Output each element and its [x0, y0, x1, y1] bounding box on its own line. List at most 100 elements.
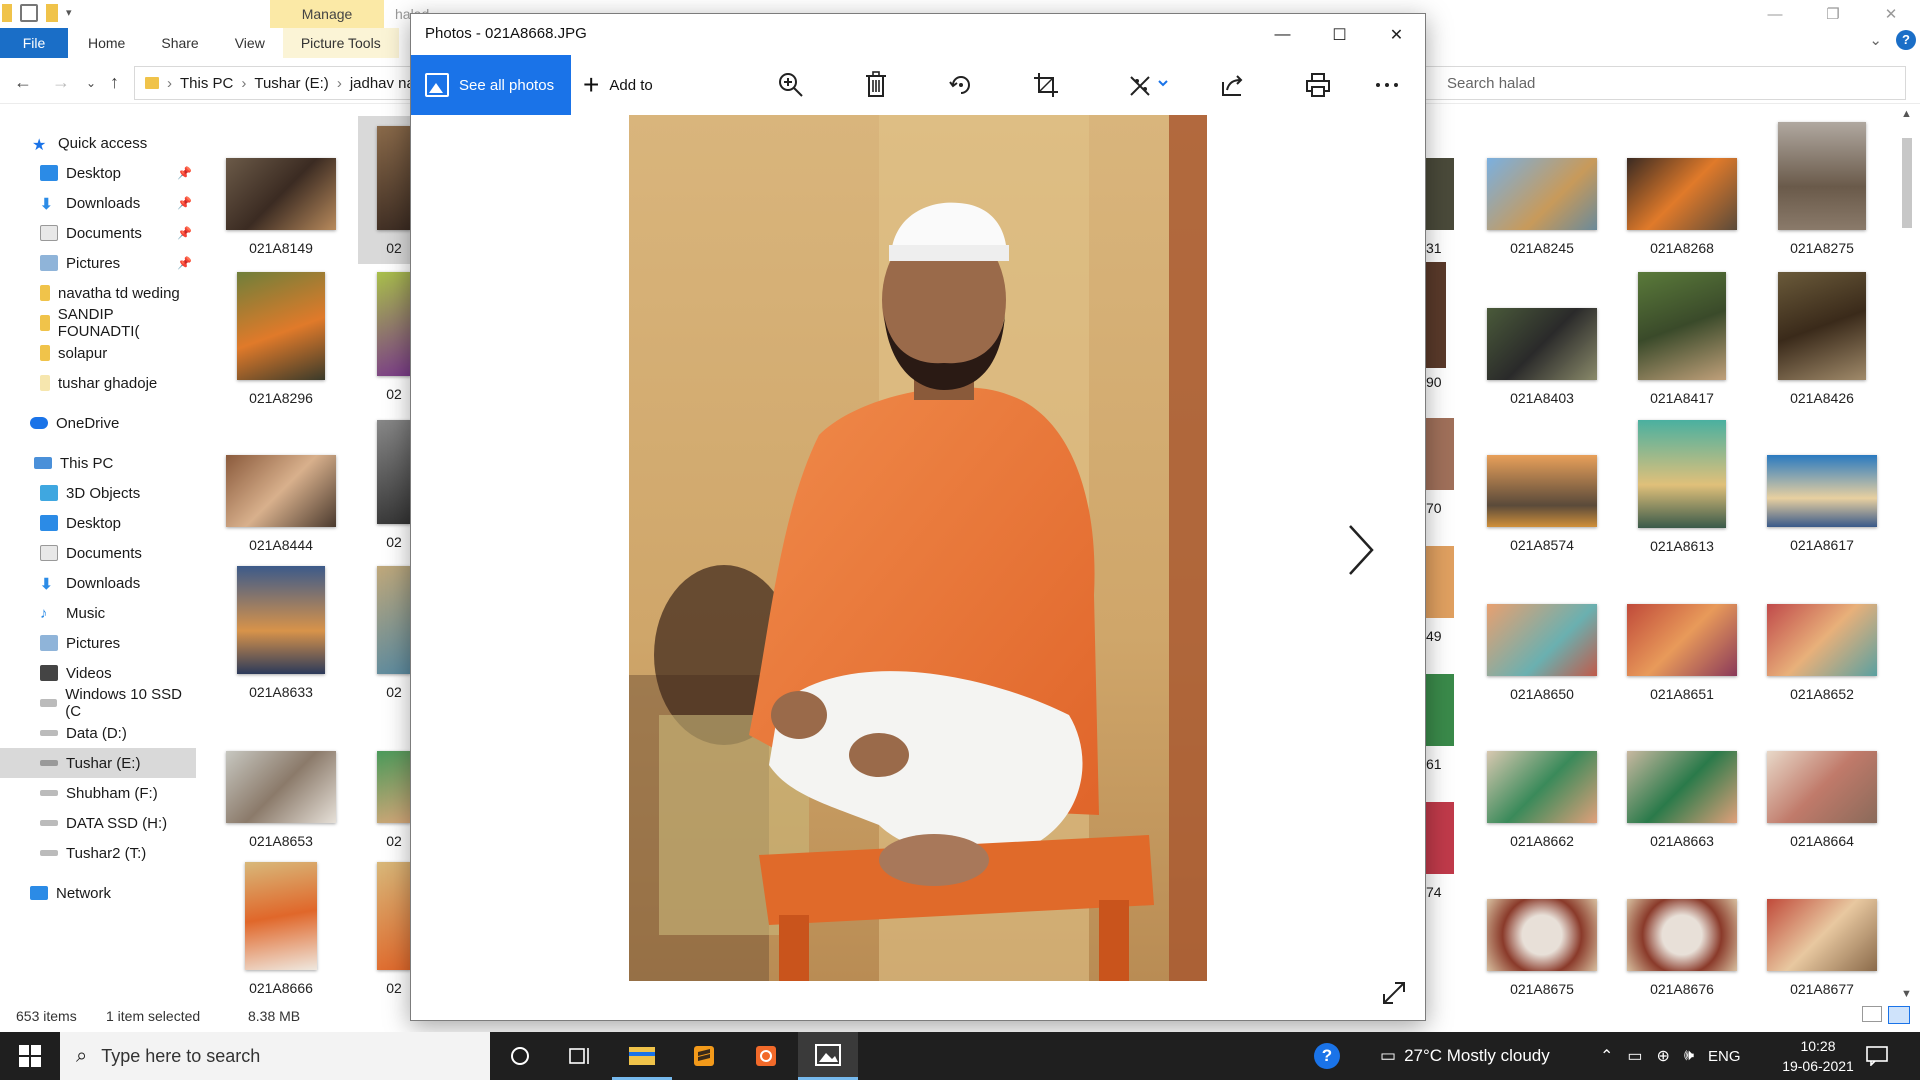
maximize-button[interactable]: ☐: [1311, 14, 1368, 56]
file-thumbnail[interactable]: 021A8675: [1472, 899, 1612, 997]
sidebar-item-desktop[interactable]: Desktop: [0, 508, 196, 538]
task-view-icon[interactable]: [550, 1032, 610, 1080]
cortana-icon[interactable]: [490, 1032, 550, 1080]
battery-icon[interactable]: ▭: [1627, 1046, 1642, 1066]
photo-thumbnail[interactable]: [1426, 158, 1454, 230]
sidebar-item-onedrive[interactable]: OneDrive: [0, 408, 196, 438]
sidebar-item-this-pc[interactable]: This PC: [0, 448, 196, 478]
sidebar-item-pictures[interactable]: Pictures 📌: [0, 248, 196, 278]
language-indicator[interactable]: ENG: [1708, 1048, 1741, 1065]
file-thumbnail[interactable]: 021A8149: [211, 158, 351, 256]
file-thumbnail[interactable]: 021A8426: [1752, 272, 1892, 406]
sidebar-item-folder[interactable]: tushar ghadoje: [0, 368, 196, 398]
edit-and-create-icon[interactable]: [1127, 69, 1179, 101]
scroll-up-icon[interactable]: ▲: [1901, 108, 1912, 120]
new-folder-icon[interactable]: [46, 4, 58, 22]
taskbar-search-box[interactable]: ⌕ Type here to search: [60, 1032, 490, 1080]
file-thumbnail[interactable]: 021A8633: [211, 566, 351, 700]
sidebar-item-3d-objects[interactable]: 3D Objects: [0, 478, 196, 508]
file-thumbnail[interactable]: 021A8676: [1612, 899, 1752, 997]
sidebar-item-downloads[interactable]: ⬇ Downloads: [0, 568, 196, 598]
file-thumbnail[interactable]: 021A8444: [211, 455, 351, 553]
file-thumbnail[interactable]: 021A8403: [1472, 308, 1612, 406]
file-thumbnail[interactable]: 021A8268: [1612, 158, 1752, 256]
photo-thumbnail[interactable]: [1426, 418, 1454, 490]
photo-thumbnail[interactable]: [1426, 546, 1454, 618]
help-icon[interactable]: ?: [1896, 30, 1916, 50]
file-explorer-taskbar-icon[interactable]: [612, 1032, 672, 1080]
crop-icon[interactable]: [1030, 69, 1062, 101]
file-thumbnail[interactable]: 021A8663: [1612, 751, 1752, 849]
sidebar-item-documents[interactable]: Documents: [0, 538, 196, 568]
rotate-icon[interactable]: [945, 69, 977, 101]
taskbar-clock[interactable]: 10:28 19-06-2021: [1768, 1036, 1868, 1076]
start-button[interactable]: [0, 1032, 60, 1080]
sidebar-item-documents[interactable]: Documents 📌: [0, 218, 196, 248]
minimize-button[interactable]: —: [1746, 0, 1804, 28]
details-view-icon[interactable]: [1862, 1006, 1882, 1022]
photo-thumbnail[interactable]: [1426, 674, 1454, 746]
sidebar-item-drive-c[interactable]: Windows 10 SSD (C: [0, 686, 196, 720]
tab-file[interactable]: File: [0, 28, 68, 58]
file-thumbnail[interactable]: 021A8650: [1472, 604, 1612, 702]
customize-toolbar-icon[interactable]: ▾: [66, 4, 84, 22]
vertical-scrollbar[interactable]: ▲ ▼: [1898, 108, 1916, 1000]
breadcrumb-drive[interactable]: Tushar (E:): [254, 75, 328, 92]
file-thumbnail[interactable]: 02: [377, 420, 411, 550]
large-icons-view-icon[interactable]: [1888, 1006, 1910, 1024]
address-bar[interactable]: › This PC › Tushar (E:) › jadhav na: [134, 66, 424, 100]
sidebar-item-drive-d[interactable]: Data (D:): [0, 718, 196, 748]
minimize-button[interactable]: —: [1254, 14, 1311, 56]
more-options-icon[interactable]: [1371, 69, 1403, 101]
back-icon[interactable]: ←: [14, 72, 32, 93]
scrollbar-thumb[interactable]: [1902, 138, 1912, 228]
sidebar-item-quick-access[interactable]: ★ Quick access: [0, 128, 196, 158]
file-thumbnail[interactable]: 021A8574: [1472, 455, 1612, 553]
scroll-down-icon[interactable]: ▼: [1901, 988, 1912, 1000]
zoom-icon[interactable]: [775, 69, 807, 101]
network-globe-icon[interactable]: ⊕: [1657, 1046, 1670, 1066]
sublime-text-icon[interactable]: [674, 1032, 734, 1080]
sidebar-item-music[interactable]: ♪ Music: [0, 598, 196, 628]
forward-icon[interactable]: →: [52, 72, 70, 93]
search-input[interactable]: Search halad: [1410, 66, 1906, 100]
file-thumbnail[interactable]: 021A8296: [211, 272, 351, 406]
tab-home[interactable]: Home: [68, 28, 143, 58]
file-thumbnail[interactable]: 021A8652: [1752, 604, 1892, 702]
fullscreen-icon[interactable]: [1381, 980, 1407, 1006]
sidebar-item-network[interactable]: Network: [0, 878, 196, 908]
file-thumbnail[interactable]: 021A8617: [1752, 455, 1892, 553]
weather-widget[interactable]: ▭ 27°C Mostly cloudy: [1380, 1032, 1550, 1080]
file-thumbnail[interactable]: 021A8677: [1752, 899, 1892, 997]
main-photo[interactable]: [629, 115, 1207, 981]
photo-thumbnail[interactable]: [1426, 802, 1454, 874]
properties-icon[interactable]: [20, 4, 38, 22]
sidebar-item-videos[interactable]: Videos: [0, 658, 196, 688]
file-thumbnail[interactable]: 021A8664: [1752, 751, 1892, 849]
photo-thumbnail[interactable]: [1426, 262, 1446, 368]
next-photo-arrow[interactable]: [1346, 522, 1376, 578]
file-thumbnail[interactable]: 021A8613: [1612, 420, 1752, 554]
file-thumbnail[interactable]: 021A8651: [1612, 604, 1752, 702]
print-icon[interactable]: [1302, 69, 1334, 101]
file-thumbnail[interactable]: 021A8662: [1472, 751, 1612, 849]
folder-icon[interactable]: [2, 4, 12, 22]
photos-taskbar-icon[interactable]: [798, 1032, 858, 1080]
breadcrumb-this-pc[interactable]: This PC: [180, 75, 233, 92]
close-button[interactable]: ✕: [1862, 0, 1920, 28]
file-thumbnail[interactable]: 021A8275: [1752, 122, 1892, 256]
file-thumbnail[interactable]: 021A8245: [1472, 158, 1612, 256]
file-thumbnail[interactable]: 02: [377, 126, 411, 256]
file-thumbnail[interactable]: 02: [377, 751, 411, 849]
notification-icon[interactable]: [1866, 1032, 1888, 1080]
chevron-up-icon[interactable]: ⌃: [1600, 1046, 1613, 1066]
sidebar-item-folder[interactable]: SANDIP FOUNADTI(: [0, 306, 196, 340]
tab-share[interactable]: Share: [143, 28, 216, 58]
tab-view[interactable]: View: [217, 28, 283, 58]
see-all-photos-button[interactable]: See all photos: [411, 55, 571, 115]
sidebar-item-downloads[interactable]: ⬇ Downloads 📌: [0, 188, 196, 218]
sidebar-item-folder[interactable]: navatha td weding: [0, 278, 196, 308]
sidebar-item-folder[interactable]: solapur: [0, 338, 196, 368]
expand-ribbon-icon[interactable]: ⌄: [1869, 31, 1882, 49]
sidebar-item-drive-h[interactable]: DATA SSD (H:): [0, 808, 196, 838]
